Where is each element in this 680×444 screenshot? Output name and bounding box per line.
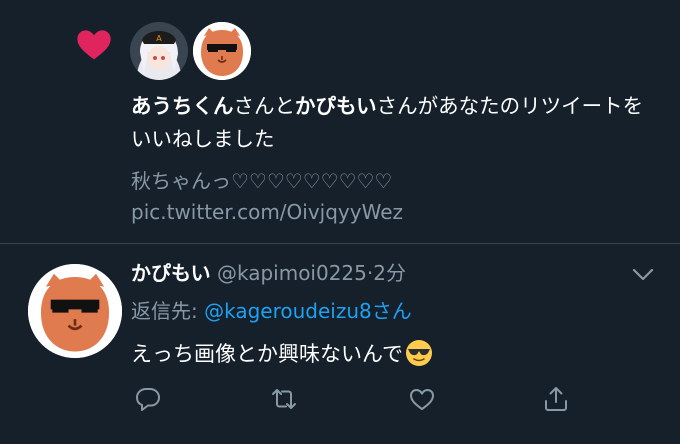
tweet-body-text: えっち画像とか興味ないんで [131,342,403,366]
retweet-icon[interactable] [269,384,299,414]
like-icon[interactable] [407,384,437,414]
tweet-text: えっち画像とか興味ないんで [131,337,433,371]
notification-text: あうちくんさんとかぴもいさんがあなたのリツイートをいいねしました [131,90,651,156]
display-name[interactable]: かぴもい [131,261,211,285]
reply-mention-link[interactable]: @kageroudeizu8さん [204,299,412,323]
like-notification[interactable]: A あうちくんさんとかぴもいさんがあなたのリツイートをいいねしました 秋ちゃんっ… [0,0,680,244]
sunglasses-emoji-icon [405,340,432,366]
actor-name[interactable]: かぴもい [295,94,377,118]
svg-text:A: A [156,34,162,43]
quoted-text: 秋ちゃんっ♡♡♡♡♡♡♡♡♡ [131,169,393,193]
liked-tweet-preview[interactable]: 秋ちゃんっ♡♡♡♡♡♡♡♡♡ pic.twitter.com/OivjqyyWe… [131,166,651,228]
tweet[interactable]: かぴもい @kapimoi0225·2分 返信先: @kageroudeizu8… [0,244,680,444]
heart-icon [77,30,111,60]
avatar-kapimoi[interactable] [193,22,251,80]
avatar-auchikun[interactable]: A [130,22,188,80]
handle[interactable]: @kapimoi0225 [217,261,367,285]
share-icon[interactable] [541,384,571,414]
timestamp[interactable]: 2分 [373,261,406,285]
tweet-header: かぴもい @kapimoi0225·2分 [131,258,406,288]
avatar[interactable] [28,264,122,358]
connector-text: さんと [233,94,296,118]
tweet-actions [131,384,571,414]
reply-label: 返信先: [131,299,205,323]
quoted-link[interactable]: pic.twitter.com/OivjqyyWez [131,197,651,228]
reply-icon[interactable] [133,384,163,414]
actor-name[interactable]: あうちくん [131,94,234,118]
reply-context: 返信先: @kageroudeizu8さん [131,296,412,326]
chevron-down-icon[interactable] [630,266,656,284]
